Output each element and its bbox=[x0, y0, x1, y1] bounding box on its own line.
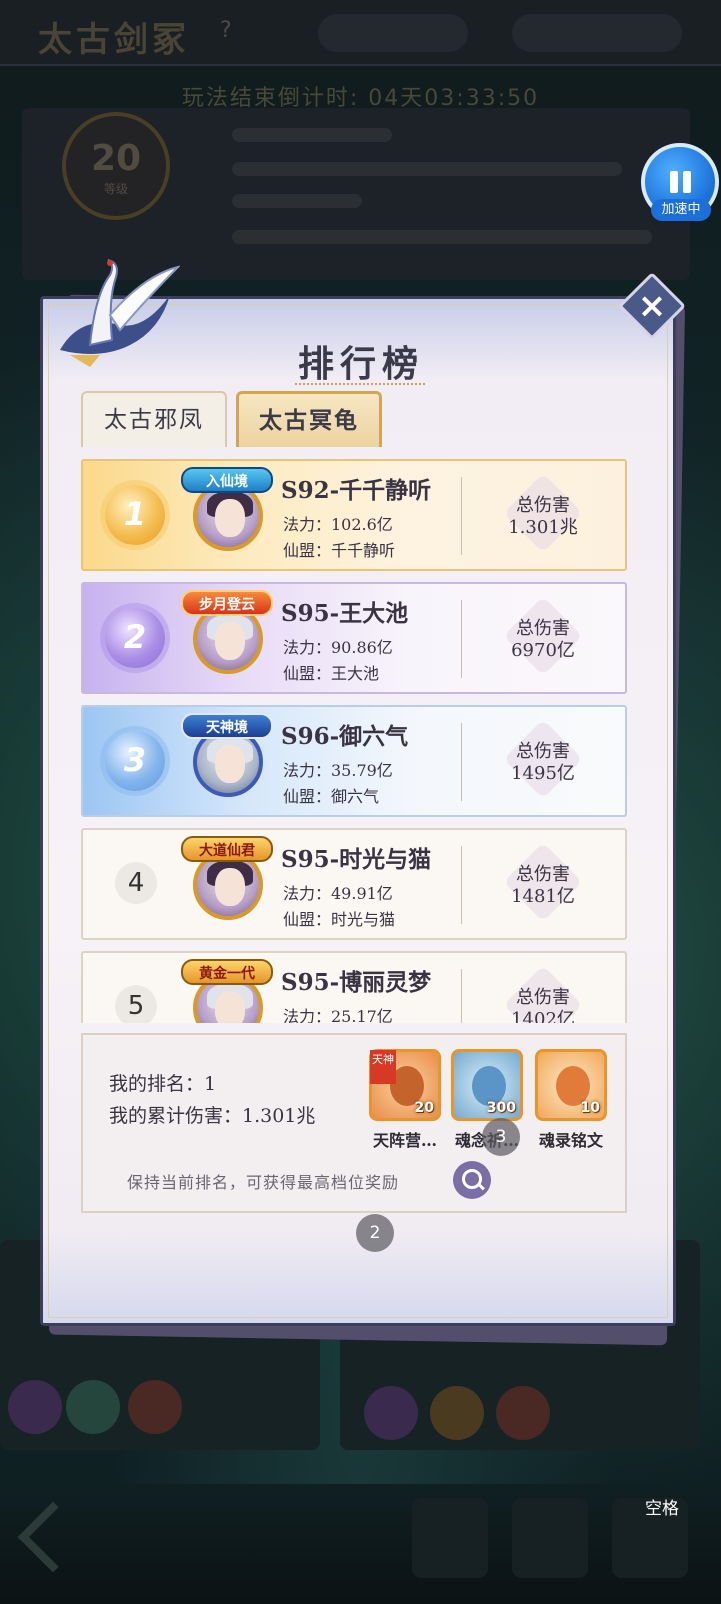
title-badge: 入仙境 bbox=[181, 467, 273, 493]
energy-counter bbox=[512, 14, 682, 52]
damage-value: 1495亿 bbox=[511, 763, 575, 784]
touch-marker: 2 bbox=[356, 1214, 394, 1252]
rank-number: 5 bbox=[115, 985, 157, 1023]
tab-taigu-xiefeng[interactable]: 太古邪凤 bbox=[81, 391, 227, 447]
my-damage-text: 我的累计伤害：1.301兆 bbox=[109, 1105, 316, 1127]
avatar-face bbox=[215, 745, 245, 783]
nav-button bbox=[412, 1498, 488, 1578]
player-name: S95-王大池 bbox=[281, 600, 409, 627]
space-key-label: 空格 bbox=[645, 1499, 679, 1519]
bronze-medal-icon: 3 bbox=[105, 731, 165, 791]
speed-status-label: 加速中 bbox=[651, 199, 711, 221]
damage-value: 1402亿 bbox=[511, 1009, 575, 1023]
title-badge: 大道仙君 bbox=[181, 836, 273, 862]
title-ornament bbox=[295, 383, 425, 385]
player-name: S92-千千静听 bbox=[281, 477, 432, 504]
background-line bbox=[232, 194, 362, 208]
title-badge: 步月登云 bbox=[181, 590, 273, 616]
my-rank-summary: 我的排名：1 我的累计伤害：1.301兆 天神 20 300 10 天阵营… 魂… bbox=[81, 1033, 627, 1213]
background-line bbox=[232, 230, 652, 244]
reward-count: 10 bbox=[580, 1100, 600, 1116]
player-power: 法力：35.79亿 bbox=[283, 761, 393, 780]
skill-orb bbox=[128, 1380, 182, 1434]
tab-taigu-minggui[interactable]: 太古冥龟 bbox=[236, 391, 382, 447]
speed-pause-button[interactable]: 加速中 bbox=[641, 143, 719, 221]
silver-medal-icon: 2 bbox=[105, 608, 165, 668]
pause-icon bbox=[670, 171, 692, 193]
reward-item-2[interactable]: 300 bbox=[451, 1049, 523, 1121]
player-power: 法力：90.86亿 bbox=[283, 638, 393, 657]
row-divider bbox=[461, 846, 462, 924]
background-line bbox=[232, 128, 392, 142]
damage-value: 1481亿 bbox=[511, 886, 575, 907]
player-name: S95-博丽灵梦 bbox=[281, 969, 432, 996]
background-level-label: 等级 bbox=[103, 182, 128, 196]
close-icon: × bbox=[637, 286, 667, 326]
title-badge: 天神境 bbox=[181, 713, 273, 739]
reward-count: 300 bbox=[486, 1100, 516, 1116]
reward-count: 20 bbox=[414, 1100, 434, 1116]
damage-value: 6970亿 bbox=[511, 640, 575, 661]
my-rank-text: 我的排名：1 bbox=[109, 1073, 217, 1095]
ranking-row-1[interactable]: 1 入仙境 S92-千千静听 法力：102.6亿 仙盟：千千静听 总伤害 1.3… bbox=[81, 459, 627, 571]
ranking-list[interactable]: 1 入仙境 S92-千千静听 法力：102.6亿 仙盟：千千静听 总伤害 1.3… bbox=[81, 447, 629, 1023]
crane-ornament-icon bbox=[60, 259, 180, 367]
help-icon: ? bbox=[220, 18, 232, 43]
rank-number: 4 bbox=[115, 862, 157, 904]
reward-item-3[interactable]: 10 bbox=[535, 1049, 607, 1121]
player-guild: 仙盟：千千静听 bbox=[283, 541, 396, 560]
leaderboard-panel: 排行榜 太古邪凤 太古冥龟 1 入仙境 S92-千千静听 法力：102.6亿 仙… bbox=[40, 296, 676, 1326]
nav-button bbox=[512, 1498, 588, 1578]
search-icon[interactable] bbox=[453, 1161, 491, 1199]
background-level-ring: 20 等级 bbox=[62, 112, 170, 220]
ranking-row-3[interactable]: 3 天神境 S96-御六气 法力：35.79亿 仙盟：御六气 总伤害 1495亿 bbox=[81, 705, 627, 817]
row-divider bbox=[461, 477, 462, 555]
background-level-number: 20 bbox=[90, 138, 142, 179]
reward-tag: 天神 bbox=[370, 1050, 396, 1084]
skill-orb bbox=[496, 1386, 550, 1440]
damage-value: 1.301兆 bbox=[508, 517, 578, 538]
avatar-face bbox=[215, 499, 245, 537]
avatar-face bbox=[215, 991, 245, 1023]
avatar-face bbox=[215, 622, 245, 660]
ranking-row-2[interactable]: 2 步月登云 S95-王大池 法力：90.86亿 仙盟：王大池 总伤害 6970… bbox=[81, 582, 627, 694]
player-power: 法力：102.6亿 bbox=[283, 515, 393, 534]
skill-orb bbox=[430, 1386, 484, 1440]
touch-marker: 3 bbox=[482, 1118, 520, 1156]
title-badge: 黄金一代 bbox=[181, 959, 273, 985]
reward-item-1[interactable]: 天神 20 bbox=[369, 1049, 441, 1121]
player-guild: 仙盟：御六气 bbox=[283, 787, 380, 806]
skill-orb bbox=[8, 1380, 62, 1434]
player-power: 法力：25.17亿 bbox=[283, 1007, 393, 1023]
skill-orb bbox=[66, 1380, 120, 1434]
reward-name: 魂录铭文 bbox=[538, 1131, 603, 1150]
skill-orb bbox=[364, 1386, 418, 1440]
player-power: 法力：49.91亿 bbox=[283, 884, 393, 903]
background-line bbox=[232, 162, 622, 176]
row-divider bbox=[461, 723, 462, 801]
ranking-row-4[interactable]: 4 大道仙君 S95-时光与猫 法力：49.91亿 仙盟：时光与猫 总伤害 14… bbox=[81, 828, 627, 940]
resource-counter bbox=[318, 14, 468, 52]
background-top-bar: 太古剑冢 ? bbox=[0, 0, 721, 66]
player-name: S95-时光与猫 bbox=[281, 846, 432, 873]
gold-medal-icon: 1 bbox=[105, 485, 165, 545]
player-name: S96-御六气 bbox=[281, 723, 409, 750]
row-divider bbox=[461, 969, 462, 1023]
panel-bottom-decoration bbox=[43, 1233, 673, 1323]
reward-name: 天阵营… bbox=[372, 1131, 437, 1150]
player-guild: 仙盟：王大池 bbox=[283, 664, 380, 683]
ranking-row-5[interactable]: 5 黄金一代 S95-博丽灵梦 法力：25.17亿 总伤害 1402亿 bbox=[81, 951, 627, 1023]
row-divider bbox=[461, 600, 462, 678]
avatar-face bbox=[215, 868, 245, 906]
background-mode-title: 太古剑冢 bbox=[38, 20, 190, 60]
player-guild: 仙盟：时光与猫 bbox=[283, 910, 396, 929]
reward-hint: 保持当前排名，可获得最高档位奖励 bbox=[127, 1173, 400, 1192]
